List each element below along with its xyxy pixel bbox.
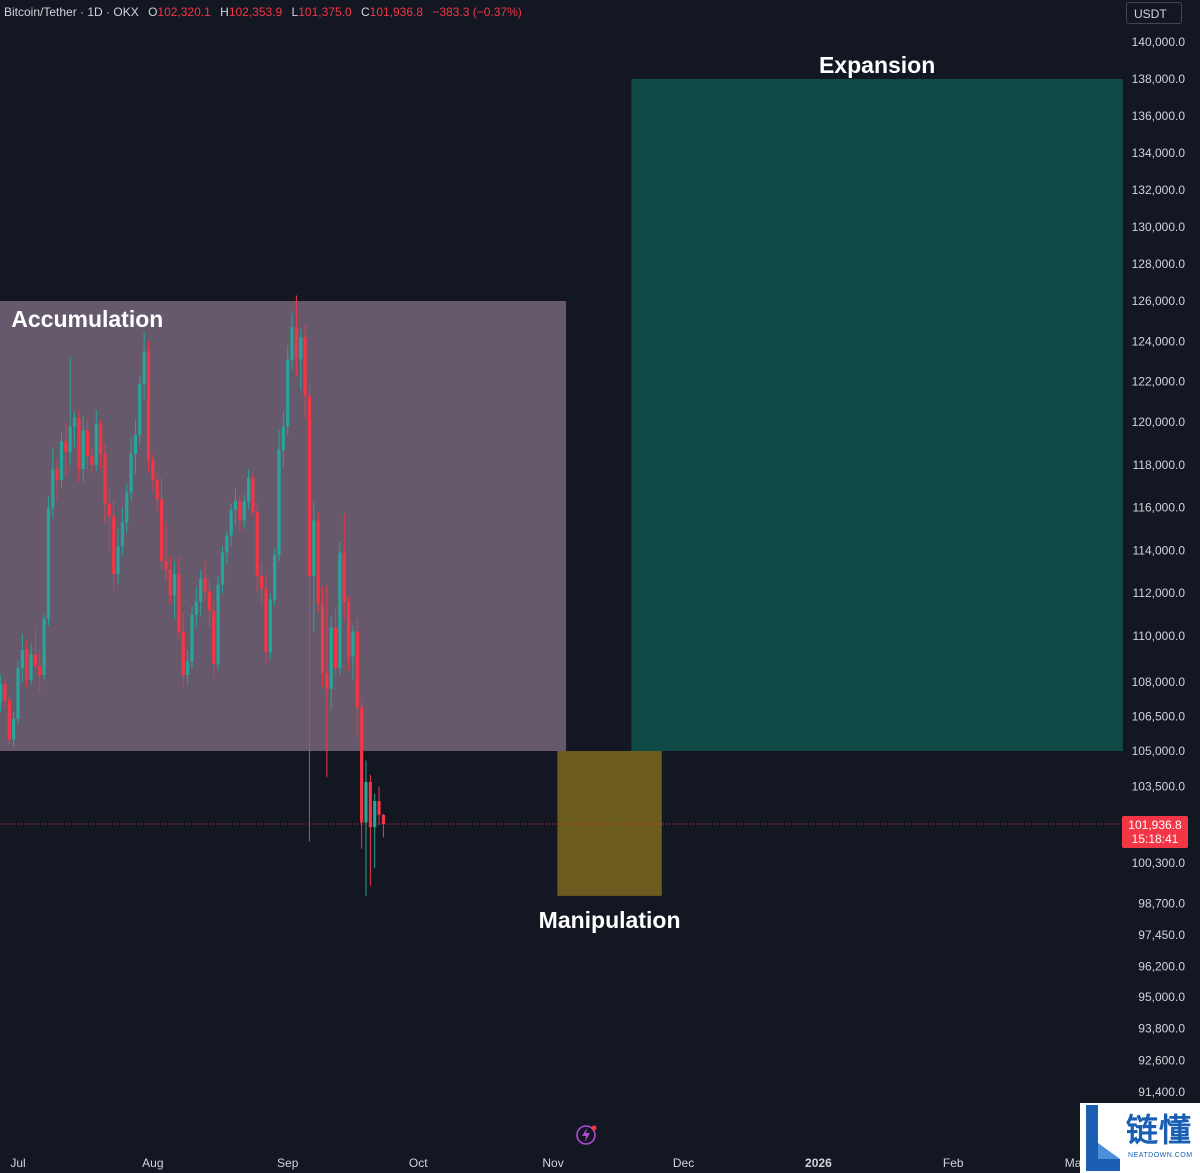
last-price-value: 101,936.8 [1128, 818, 1182, 832]
price-tick-label: 92,600.0 [1138, 1053, 1185, 1067]
change-value: −383.3 (−0.37%) [432, 5, 522, 19]
price-tick-label: 110,000.0 [1133, 629, 1186, 643]
time-tick-label: Feb [943, 1156, 964, 1170]
candle [7, 695, 11, 745]
price-tick-label: 136,000.0 [1132, 109, 1186, 123]
candle [381, 814, 385, 838]
price-axis[interactable]: 140,000.0 138,000.0 136,000.0 134,000.0 132,… [1132, 35, 1186, 1099]
time-tick-label: Dec [673, 1156, 694, 1170]
candle [16, 661, 20, 724]
open-label: O [148, 5, 158, 19]
time-tick-label: Aug [142, 1156, 163, 1170]
candle [190, 606, 194, 669]
label-accumulation: Accumulation [11, 306, 163, 332]
zones-layer [0, 79, 1123, 896]
price-tick-label: 126,000.0 [1132, 294, 1186, 308]
price-tick-label: 120,000.0 [1132, 415, 1186, 429]
high-value: 102,353.9 [228, 5, 283, 19]
price-tick-label: 114,000.0 [1133, 543, 1186, 557]
zone-expansion [631, 79, 1123, 751]
symbol-title[interactable]: Bitcoin/Tether · 1D · OKX [4, 5, 139, 19]
price-tick-label: 140,000.0 [1132, 35, 1186, 49]
price-tick-label: 122,000.0 [1132, 375, 1186, 389]
price-tick-label: 106,500.0 [1132, 710, 1186, 724]
currency-selector[interactable]: USDT [1126, 2, 1182, 24]
price-tick-label: 97,450.0 [1138, 928, 1185, 942]
label-manipulation: Manipulation [539, 907, 681, 933]
candle [216, 576, 220, 671]
candle [42, 614, 46, 680]
price-tick-label: 124,000.0 [1132, 334, 1186, 348]
price-tick-label: 95,000.0 [1138, 990, 1185, 1004]
close-value: 101,936.8 [369, 5, 424, 19]
label-expansion: Expansion [819, 52, 935, 78]
price-tick-label: 132,000.0 [1132, 183, 1186, 197]
candle [338, 541, 342, 676]
price-tick-label: 108,000.0 [1132, 675, 1186, 689]
watermark-text-en: NEATDOWN.COM [1128, 1152, 1193, 1159]
candle [251, 473, 255, 517]
price-tick-label: 98,700.0 [1138, 896, 1185, 910]
candle [316, 511, 320, 613]
price-tick-label: 105,000.0 [1132, 744, 1186, 758]
price-tick-label: 130,000.0 [1132, 220, 1186, 234]
candle [373, 793, 377, 869]
candle [368, 774, 372, 886]
time-tick-label: Sep [277, 1156, 299, 1170]
price-tick-label: 134,000.0 [1132, 146, 1186, 160]
neatdown-logo: 链懂 NEATDOWN.COM [1080, 1103, 1200, 1173]
price-tick-label: 93,800.0 [1138, 1022, 1185, 1036]
time-tick-label: Nov [542, 1156, 563, 1170]
zone-accumulation [0, 301, 567, 751]
candle [273, 548, 277, 607]
candle [268, 593, 272, 659]
price-chart[interactable]: 140,000.0 138,000.0 136,000.0 134,000.0 132,… [0, 0, 1200, 1173]
lightning-replay-icon[interactable] [574, 1123, 598, 1147]
watermark-text-cn: 链懂 [1126, 1111, 1193, 1149]
candle [146, 341, 151, 472]
bar-countdown: 15:18:41 [1131, 832, 1179, 846]
candle [377, 786, 381, 825]
candle [46, 496, 51, 626]
candle [277, 430, 281, 562]
time-axis[interactable]: Jul Aug Sep Oct Nov Dec 2026 Feb Mar [10, 1156, 1085, 1170]
time-tick-label: Oct [409, 1156, 428, 1170]
price-tick-label: 118,000.0 [1133, 458, 1186, 472]
price-tick-label: 91,400.0 [1138, 1085, 1185, 1099]
price-tick-label: 128,000.0 [1132, 257, 1186, 271]
zone-manipulation [557, 751, 662, 896]
symbol-header: Bitcoin/Tether · 1D · OKX O102,320.1 H10… [4, 4, 522, 20]
price-tick-label: 96,200.0 [1138, 960, 1185, 974]
close-label: C [360, 5, 370, 19]
last-price-badge: 101,936.8 15:18:41 [1122, 816, 1188, 848]
price-tick-label: 138,000.0 [1132, 72, 1186, 86]
high-label: H [220, 5, 229, 19]
time-tick-label: 2026 [805, 1156, 832, 1170]
open-value: 102,320.1 [157, 5, 211, 19]
price-tick-label: 100,300.0 [1132, 856, 1186, 870]
price-tick-label: 112,000.0 [1133, 586, 1186, 600]
candle [138, 375, 142, 444]
price-tick-label: 103,500.0 [1132, 780, 1186, 794]
time-tick-label: Jul [10, 1156, 25, 1170]
candle [364, 760, 368, 896]
low-value: 101,375.0 [298, 5, 352, 19]
price-tick-label: 116,000.0 [1133, 501, 1186, 515]
candle [360, 698, 364, 849]
